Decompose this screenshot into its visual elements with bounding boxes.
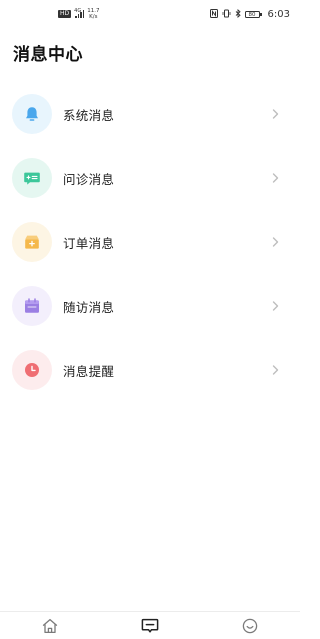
- vibrate-icon: [222, 9, 231, 20]
- status-bar-right: 80 6:03: [209, 8, 290, 20]
- status-bar: HD 4G 11.7 K/s 80 6:03: [0, 0, 300, 28]
- system-message-icon-container: [12, 94, 52, 134]
- nav-item-messages[interactable]: [130, 613, 170, 639]
- list-item-system-messages[interactable]: 系统消息: [0, 82, 300, 146]
- list-item-message-reminders[interactable]: 消息提醒: [0, 338, 300, 402]
- clock-icon: [25, 363, 39, 377]
- message-list: 系统消息 问诊消息 订单消息 随访消息 消息提醒: [0, 82, 300, 402]
- bottom-nav: [0, 611, 300, 639]
- order-message-icon-container: [12, 222, 52, 262]
- order-message-label: 订单消息: [63, 235, 115, 251]
- battery-icon: 80: [244, 10, 262, 18]
- hd-badge: HD: [58, 10, 72, 18]
- reminder-message-label: 消息提醒: [63, 363, 115, 379]
- reminder-message-icon-container: [12, 350, 52, 390]
- system-message-label: 系统消息: [63, 107, 115, 123]
- list-item-consultation-messages[interactable]: 问诊消息: [0, 146, 300, 210]
- consultation-message-label: 问诊消息: [63, 171, 115, 187]
- status-time: 6:03: [267, 8, 290, 20]
- status-bar-left: HD 4G 11.7 K/s: [58, 8, 99, 20]
- chat-card-icon: [24, 172, 40, 185]
- chevron-right-icon: [270, 301, 280, 311]
- nfc-icon: [209, 8, 218, 20]
- page-title: 消息中心: [13, 45, 83, 65]
- chevron-right-icon: [270, 237, 280, 247]
- chevron-right-icon: [270, 365, 280, 375]
- bluetooth-icon: [235, 8, 241, 20]
- message-icon: [141, 618, 159, 633]
- consultation-message-icon-container: [12, 158, 52, 198]
- followup-message-label: 随访消息: [63, 299, 115, 315]
- chevron-right-icon: [270, 109, 280, 119]
- package-icon: [25, 235, 39, 249]
- list-item-order-messages[interactable]: 订单消息: [0, 210, 300, 274]
- list-item-followup-messages[interactable]: 随访消息: [0, 274, 300, 338]
- smile-icon: [242, 618, 258, 633]
- chevron-right-icon: [270, 173, 280, 183]
- battery-level: 80: [244, 10, 260, 18]
- nav-item-profile[interactable]: [230, 613, 270, 639]
- followup-message-icon-container: [12, 286, 52, 326]
- network-speed-unit: K/s: [89, 14, 98, 20]
- network-type: 4G: [74, 8, 82, 14]
- calendar-icon: [25, 298, 39, 313]
- home-icon: [42, 618, 58, 633]
- bell-icon: [26, 107, 38, 121]
- network-speed: 11.7 K/s: [87, 8, 99, 20]
- nav-item-home[interactable]: [30, 613, 70, 639]
